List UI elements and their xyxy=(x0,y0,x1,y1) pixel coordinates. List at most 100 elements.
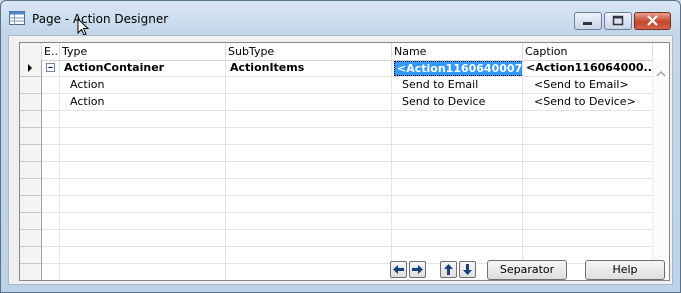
row-selector[interactable] xyxy=(20,60,42,77)
minimize-button[interactable] xyxy=(574,12,602,30)
type-cell[interactable]: ActionContainer xyxy=(60,60,226,77)
row-selector[interactable] xyxy=(20,179,42,196)
empty-cell xyxy=(226,128,392,145)
maximize-icon xyxy=(612,15,624,26)
empty-cell xyxy=(42,162,60,179)
empty-cell xyxy=(523,162,653,179)
column-header-expand[interactable]: E.. xyxy=(42,43,60,60)
empty-cell xyxy=(226,247,392,264)
maximize-button[interactable] xyxy=(604,12,632,30)
caption-cell[interactable]: <Send to Device> xyxy=(523,94,653,111)
empty-cell xyxy=(523,213,653,230)
empty-row[interactable] xyxy=(20,230,669,247)
empty-cell xyxy=(226,145,392,162)
row-selector[interactable] xyxy=(20,111,42,128)
table-icon xyxy=(9,11,25,25)
move-up-button[interactable] xyxy=(440,261,457,278)
row-selector[interactable] xyxy=(20,145,42,162)
column-header-type[interactable]: Type xyxy=(60,43,226,60)
type-cell[interactable]: Action xyxy=(60,77,226,94)
table-row[interactable]: Action Send to Email <Send to Email> xyxy=(20,77,669,94)
empty-row[interactable] xyxy=(20,247,669,264)
table-row[interactable]: Action Send to Device <Send to Device> xyxy=(20,94,669,111)
action-grid[interactable]: E.. Type SubType Name Caption ActionCont… xyxy=(19,42,670,281)
arrow-right-icon xyxy=(412,265,423,274)
empty-cell xyxy=(392,145,523,162)
close-icon xyxy=(647,15,658,26)
empty-cell xyxy=(60,230,226,247)
move-left-button[interactable] xyxy=(390,261,407,278)
empty-row[interactable] xyxy=(20,213,669,230)
designer-body: E.. Type SubType Name Caption ActionCont… xyxy=(8,35,673,285)
empty-row[interactable] xyxy=(20,264,669,280)
row-selector[interactable] xyxy=(20,162,42,179)
row-selector[interactable] xyxy=(20,94,42,111)
empty-cell xyxy=(392,230,523,247)
empty-row[interactable] xyxy=(20,196,669,213)
caption-cell[interactable]: <Send to Email> xyxy=(523,77,653,94)
row-selector[interactable] xyxy=(20,128,42,145)
close-button[interactable] xyxy=(634,12,671,30)
empty-cell xyxy=(42,128,60,145)
row-selector[interactable] xyxy=(20,247,42,264)
empty-row[interactable] xyxy=(20,145,669,162)
help-button[interactable]: Help xyxy=(585,260,665,280)
empty-row[interactable] xyxy=(20,111,669,128)
expand-cell[interactable] xyxy=(42,60,60,77)
empty-cell xyxy=(42,247,60,264)
empty-row[interactable] xyxy=(20,162,669,179)
subtype-cell[interactable]: ActionItems xyxy=(226,60,392,77)
row-selector[interactable] xyxy=(20,264,42,280)
empty-cell xyxy=(226,213,392,230)
action-designer-window: Page - Action Designer E.. Type SubType … xyxy=(0,0,681,293)
name-cell[interactable]: Send to Email xyxy=(392,77,523,94)
column-header-name[interactable]: Name xyxy=(392,43,523,60)
move-down-button[interactable] xyxy=(459,261,476,278)
mouse-cursor-icon xyxy=(77,18,89,36)
empty-cell xyxy=(226,230,392,247)
row-selector[interactable] xyxy=(20,77,42,94)
minimize-icon xyxy=(583,22,592,25)
name-cell-selected-text: <Action1160640007> xyxy=(394,61,522,76)
arrow-up-icon xyxy=(444,264,453,275)
type-cell[interactable]: Action xyxy=(60,94,226,111)
scroll-up-icon xyxy=(656,70,666,77)
subtype-cell[interactable] xyxy=(226,77,392,94)
empty-cell xyxy=(60,111,226,128)
empty-cell xyxy=(392,196,523,213)
empty-cell xyxy=(60,247,226,264)
arrow-left-icon xyxy=(393,265,404,274)
arrow-down-icon xyxy=(463,264,472,275)
row-selector[interactable] xyxy=(20,196,42,213)
expand-cell xyxy=(42,94,60,111)
empty-cell xyxy=(60,145,226,162)
empty-cell xyxy=(523,128,653,145)
empty-cell xyxy=(42,196,60,213)
empty-cell xyxy=(226,196,392,213)
column-header-caption[interactable]: Caption xyxy=(523,43,653,60)
name-cell[interactable]: Send to Device xyxy=(392,94,523,111)
empty-cell xyxy=(42,111,60,128)
empty-cell xyxy=(392,128,523,145)
empty-row[interactable] xyxy=(20,179,669,196)
expand-cell xyxy=(42,77,60,94)
vertical-scrollbar[interactable] xyxy=(652,60,669,280)
empty-cell xyxy=(392,162,523,179)
row-selector[interactable] xyxy=(20,230,42,247)
grid-header: E.. Type SubType Name Caption xyxy=(20,43,669,61)
current-row-arrow-icon xyxy=(28,64,32,72)
subtype-cell[interactable] xyxy=(226,94,392,111)
caption-cell[interactable]: <Action116064000... xyxy=(523,60,653,77)
empty-cell xyxy=(226,111,392,128)
empty-cell xyxy=(392,111,523,128)
empty-cell xyxy=(523,179,653,196)
move-right-button[interactable] xyxy=(409,261,426,278)
separator-button[interactable]: Separator xyxy=(487,260,567,280)
column-header-subtype[interactable]: SubType xyxy=(226,43,392,60)
name-cell[interactable]: <Action1160640007> xyxy=(392,60,523,77)
empty-row[interactable] xyxy=(20,128,669,145)
title-bar[interactable]: Page - Action Designer xyxy=(1,1,680,36)
empty-cell xyxy=(392,213,523,230)
table-row[interactable]: ActionContainer ActionItems <Action11606… xyxy=(20,60,669,77)
row-selector[interactable] xyxy=(20,213,42,230)
